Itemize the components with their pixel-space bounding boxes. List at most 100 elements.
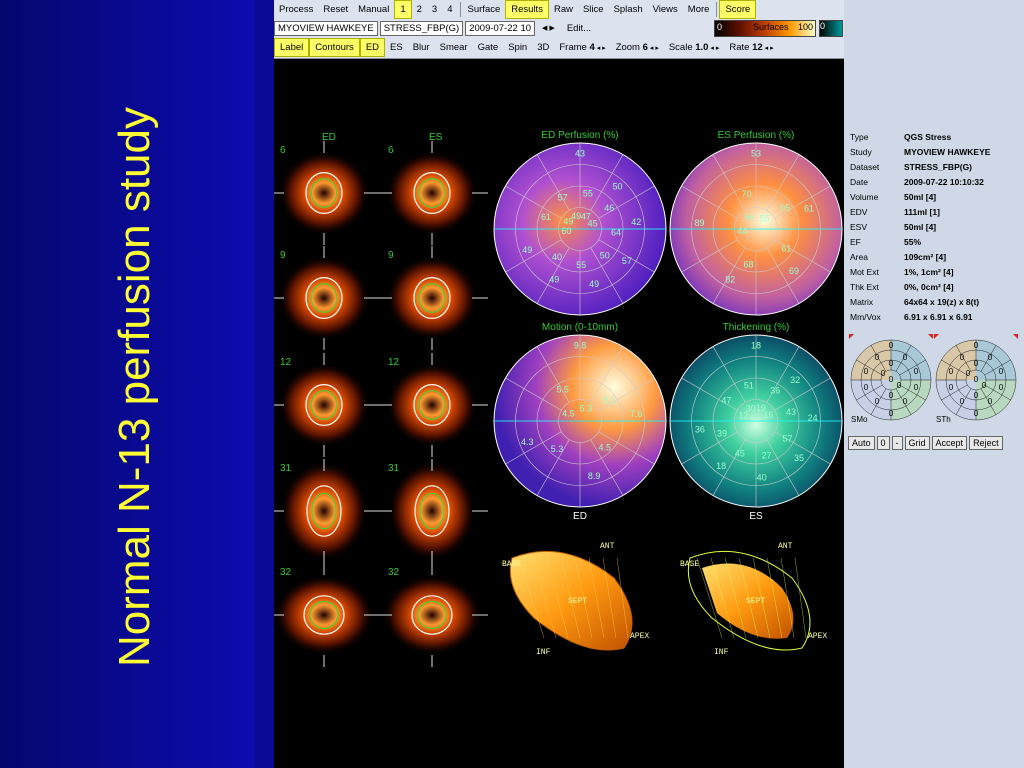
- toolbar-toggle-ed[interactable]: ED: [359, 38, 386, 57]
- study-select[interactable]: MYOVIEW HAWKEYE: [274, 21, 378, 36]
- segment-value: 39: [717, 428, 727, 438]
- mini-segment-value: 0: [889, 409, 894, 418]
- toolbar-button-splash[interactable]: Splash: [609, 1, 648, 18]
- myocardium-uptake: [274, 575, 374, 655]
- value-rate: 12: [752, 41, 763, 53]
- polar-title: ED Perfusion (%): [541, 130, 618, 141]
- slice-image: 32: [274, 563, 380, 667]
- toolbar-toggle-3d[interactable]: 3D: [532, 39, 554, 56]
- stepper-arrows-icon[interactable]: ◂ ▸: [648, 45, 659, 52]
- stepper-arrows-icon[interactable]: ◂ ▸: [763, 45, 774, 52]
- info-value: 109cm² [4]: [904, 252, 947, 262]
- segment-value: 42: [631, 217, 641, 227]
- stepper-arrows-icon[interactable]: ◂ ▸: [708, 45, 719, 52]
- toolbar-button-results[interactable]: Results: [505, 0, 549, 19]
- toolbar-button-surface[interactable]: Surface: [463, 1, 506, 18]
- toolbar-button-raw[interactable]: Raw: [549, 1, 578, 18]
- toolbar-button-4[interactable]: 4: [442, 1, 457, 18]
- toolbar-toggle-gate[interactable]: Gate: [473, 39, 504, 56]
- mini-segment-value: 0: [974, 341, 979, 350]
- control-frame[interactable]: Frame 4 ◂ ▸: [554, 39, 610, 57]
- mini-polar-map[interactable]: 00 00000000 00000STh: [934, 334, 1018, 424]
- slice-number: 32: [388, 567, 400, 578]
- toolbar-toggle-contours[interactable]: Contours: [309, 38, 360, 57]
- toolbar-button-slice[interactable]: Slice: [578, 1, 609, 18]
- polar-map-es-perfusion[interactable]: ES Perfusion (%) 53 61 69 82 89 70 95 61 68 44 66 55: [669, 130, 843, 316]
- segment-value: 8.9: [588, 471, 601, 481]
- segment-value: 24: [808, 413, 818, 423]
- colorbar[interactable]: 0 Surfaces 100: [714, 20, 816, 37]
- mini-sector: [976, 340, 1016, 380]
- segment-value: 30: [746, 403, 756, 413]
- segment-value: 50: [613, 181, 623, 191]
- segment-value: 57: [622, 256, 632, 266]
- toolbar-button-process[interactable]: Process: [274, 1, 318, 18]
- segment-value: 43: [786, 407, 796, 417]
- segment-value: 53: [751, 148, 761, 158]
- dataset-arrows[interactable]: ◀▶: [537, 20, 562, 37]
- slide-title: Normal N-13 perfusion study: [110, 107, 159, 668]
- button-grid[interactable]: Grid: [904, 436, 930, 450]
- toolbar-toggle-blur[interactable]: Blur: [408, 39, 435, 56]
- slice-number: 12: [280, 357, 292, 368]
- slice-image: 31: [274, 459, 380, 563]
- info-value: QGS Stress: [904, 132, 952, 142]
- control-rate[interactable]: Rate 12 ◂ ▸: [724, 39, 778, 57]
- info-panel: Type QGS Stress Study MYOVIEW HAWKEYE Datase…: [844, 0, 1024, 768]
- segment-value: 7.6: [630, 409, 643, 419]
- surface-3d-view[interactable]: BASE ANT SEPT APEX INF: [502, 542, 649, 657]
- toolbar-button-reset[interactable]: Reset: [318, 1, 353, 18]
- segment-value: 57: [782, 434, 792, 444]
- toolbar-toggle-label[interactable]: Label: [274, 38, 310, 57]
- toolbar-button-manual[interactable]: Manual: [353, 1, 394, 18]
- toolbar-toggle-smear[interactable]: Smear: [435, 39, 473, 56]
- colorbar-max: 100: [797, 22, 813, 32]
- mini-segment-value: 0: [949, 383, 954, 392]
- button-accept[interactable]: Accept: [931, 436, 968, 450]
- colorbar-secondary[interactable]: 0: [819, 20, 843, 37]
- stepper-arrows-icon[interactable]: ◂ ▸: [595, 45, 606, 52]
- button-reject[interactable]: Reject: [969, 436, 1003, 450]
- mini-polar-map[interactable]: 00 00000000 00000SMo: [849, 334, 933, 424]
- control-scale[interactable]: Scale 1.0 ◂ ▸: [664, 39, 725, 57]
- toolbar-button-views[interactable]: Views: [648, 1, 683, 18]
- surface-3d-view[interactable]: BASE ANT SEPT APEX INF: [680, 542, 827, 657]
- button-auto[interactable]: Auto: [848, 436, 875, 450]
- slice-image: 6: [274, 141, 380, 245]
- toolbar-toggle-spin[interactable]: Spin: [503, 39, 532, 56]
- toolbar-toggle-es[interactable]: ES: [385, 39, 408, 56]
- orientation-apex: APEX: [630, 632, 649, 641]
- mini-segment-value: 0: [974, 409, 979, 418]
- button-0[interactable]: 0: [876, 436, 890, 450]
- segment-value: 66: [744, 212, 754, 222]
- toolbar-button-more[interactable]: More: [683, 1, 715, 18]
- date-select[interactable]: 2009-07-22 10: [465, 21, 536, 36]
- info-row-thk-ext: Thk Ext 0%, 0cm² [4]: [850, 280, 990, 295]
- info-key: ESV: [850, 222, 868, 232]
- mini-segment-value: 0: [903, 353, 908, 362]
- mini-segment-value: 0: [903, 397, 908, 406]
- toolbar-button-2[interactable]: 2: [412, 1, 427, 18]
- info-row-matrix: Matrix 64x64 x 19(z) x 8(t): [850, 295, 990, 310]
- info-value: 64x64 x 19(z) x 8(t): [904, 297, 980, 307]
- polar-map-motion[interactable]: Motion (0-10mm) 9.8 7.6 8.9 4.3 5.5 5.1 4.5 5.3 4…: [493, 322, 667, 508]
- toolbar-row-display: Label Contours ED ES Blur Smear Gate Spin 3D Fram…: [274, 38, 779, 57]
- control-zoom[interactable]: Zoom 6 ◂ ▸: [611, 39, 664, 57]
- toolbar-button-score[interactable]: Score: [719, 0, 757, 19]
- slice-grid: ED ES6 69 912 1231 3132 32: [274, 132, 488, 667]
- polar-map-ed-perfusion[interactable]: ED Perfusion (%)435042574949496157 554664…: [493, 130, 667, 316]
- toolbar-button-3[interactable]: 3: [427, 1, 442, 18]
- polar-map-thickening[interactable]: Thickening (%) 18 32 24 35 40 18 36 47 51 36 43 57 27…: [669, 322, 843, 508]
- dataset-select[interactable]: STRESS_FBP(G): [379, 21, 464, 36]
- mini-segment-value: 0: [914, 367, 919, 376]
- myocardium-uptake: [386, 363, 478, 447]
- mini-segment-value: 0: [875, 397, 880, 406]
- toolbar-button-1[interactable]: 1: [394, 0, 412, 19]
- segment-value: 60: [561, 226, 571, 236]
- button-minus[interactable]: -: [891, 436, 903, 450]
- segment-value: 89: [695, 218, 705, 228]
- info-row-mm-vox: Mm/Vox 6.91 x 6.91 x 6.91: [850, 310, 990, 325]
- segment-value: 55: [583, 189, 593, 199]
- info-value: 50ml [4]: [904, 192, 937, 202]
- edit-button[interactable]: Edit...: [562, 20, 596, 37]
